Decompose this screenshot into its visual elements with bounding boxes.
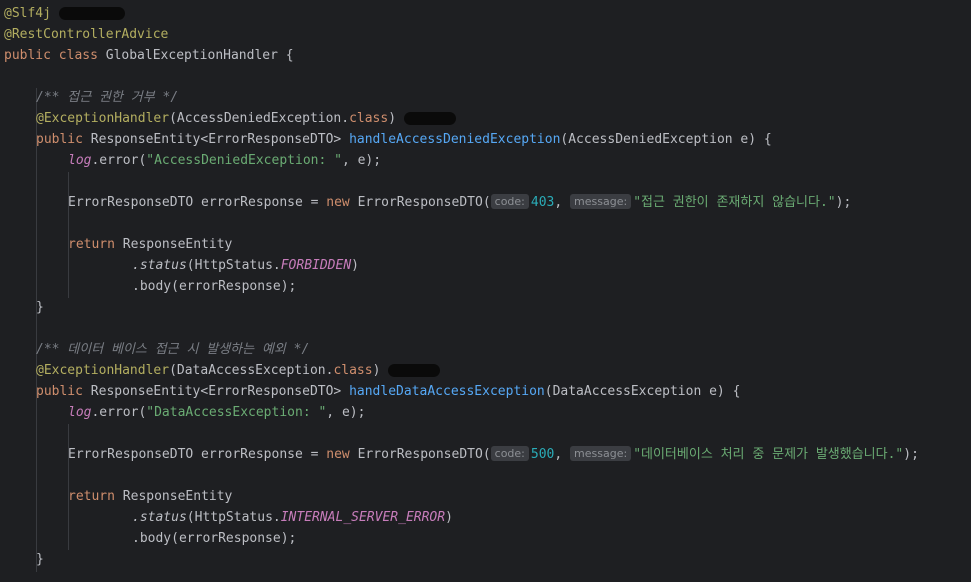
comma: , <box>554 447 571 462</box>
paren: ) <box>388 111 397 126</box>
redaction-mark <box>403 112 456 125</box>
method-name: handleAccessDeniedException <box>349 132 561 147</box>
statement-end: ); <box>835 195 852 210</box>
method-params: (DataAccessException e) { <box>544 384 741 399</box>
code-line[interactable]: ErrorResponseDTO errorResponse = new Err… <box>68 192 851 213</box>
number-literal: 500 <box>530 447 555 462</box>
paren: ) <box>351 258 359 273</box>
declaration: ErrorResponseDTO errorResponse = <box>68 195 327 210</box>
param-hint-message: message: <box>570 194 632 209</box>
indent-guide <box>36 88 37 572</box>
constructor: ErrorResponseDTO( <box>357 195 491 210</box>
code-line[interactable]: .status(HttpStatus.FORBIDDEN) <box>132 255 359 276</box>
annotation: @Slf4j <box>4 6 51 21</box>
keyword: public class <box>4 48 106 63</box>
code-line[interactable]: @Slf4j <box>4 3 125 24</box>
code-line[interactable]: } <box>36 549 44 570</box>
code-line[interactable]: public class GlobalExceptionHandler { <box>4 45 294 66</box>
code-line[interactable]: /** 데이터 베이스 접근 시 발생하는 예외 */ <box>36 339 309 360</box>
comma: , <box>554 195 571 210</box>
method-params: (AccessDeniedException e) { <box>560 132 772 147</box>
code-line[interactable]: .body(errorResponse); <box>132 276 296 297</box>
annotation-arg: (DataAccessException. <box>169 363 334 378</box>
declaration: ErrorResponseDTO errorResponse = <box>68 447 327 462</box>
redaction-mark <box>388 364 441 377</box>
code-line[interactable]: .status(HttpStatus.INTERNAL_SERVER_ERROR… <box>132 507 453 528</box>
call: .body(errorResponse); <box>132 531 297 546</box>
number-literal: 403 <box>530 195 555 210</box>
paren: ) <box>372 363 381 378</box>
class-name: GlobalExceptionHandler { <box>105 48 294 63</box>
annotation: @ExceptionHandler <box>36 363 170 378</box>
enum-field: FORBIDDEN <box>280 258 352 273</box>
call: .error( <box>91 405 147 420</box>
code-line[interactable]: public ResponseEntity<ErrorResponseDTO> … <box>36 381 740 402</box>
code-editor[interactable]: @Slf4j @RestControllerAdvice public clas… <box>0 0 971 582</box>
string-literal: "DataAccessException: " <box>146 405 327 420</box>
code-line[interactable]: .body(errorResponse); <box>132 528 296 549</box>
code-line[interactable]: return ResponseEntity <box>68 486 232 507</box>
string-literal: "AccessDeniedException: " <box>146 153 342 168</box>
param-hint-code: code: <box>490 446 529 461</box>
type-name: ResponseEntity <box>122 489 233 504</box>
call: .error( <box>91 153 147 168</box>
keyword: public <box>36 132 91 147</box>
keyword: new <box>326 195 358 210</box>
annotation: @ExceptionHandler <box>36 111 170 126</box>
type-name: ResponseEntity <box>122 237 233 252</box>
doc-comment: /** 접근 권한 거부 */ <box>36 90 179 105</box>
method-name: handleDataAccessException <box>349 384 545 399</box>
keyword: class <box>349 111 389 126</box>
string-literal: "데이터베이스 처리 중 문제가 발생했습니다." <box>633 447 904 462</box>
log-var: log <box>68 405 92 420</box>
param-hint-message: message: <box>570 446 632 461</box>
code-line[interactable]: /** 접근 권한 거부 */ <box>36 87 178 108</box>
enum-field: INTERNAL_SERVER_ERROR <box>280 510 446 525</box>
code-line[interactable]: return ResponseEntity <box>68 234 232 255</box>
return-type: ResponseEntity<ErrorResponseDTO> <box>90 384 350 399</box>
return-type: ResponseEntity<ErrorResponseDTO> <box>90 132 350 147</box>
log-var: log <box>68 153 92 168</box>
code-line[interactable]: @ExceptionHandler(DataAccessException.cl… <box>36 360 441 381</box>
keyword: return <box>68 237 123 252</box>
annotation: @RestControllerAdvice <box>4 27 169 42</box>
param-hint-code: code: <box>490 194 529 209</box>
static-call: .status <box>132 510 187 525</box>
call-rest: , e); <box>341 153 382 168</box>
string-literal: "접근 권한이 존재하지 않습니다." <box>633 195 836 210</box>
brace: } <box>36 300 44 315</box>
redaction-mark <box>58 7 125 20</box>
call: .body(errorResponse); <box>132 279 297 294</box>
code-line[interactable]: } <box>36 297 44 318</box>
keyword: new <box>326 447 358 462</box>
doc-comment: /** 데이터 베이스 접근 시 발생하는 예외 */ <box>36 342 310 357</box>
paren: ) <box>445 510 453 525</box>
keyword: public <box>36 384 91 399</box>
static-call: .status <box>132 258 187 273</box>
call-arg: (HttpStatus. <box>186 258 281 273</box>
keyword: return <box>68 489 123 504</box>
code-line[interactable]: log.error("DataAccessException: ", e); <box>68 402 365 423</box>
annotation-arg: (AccessDeniedException. <box>169 111 350 126</box>
code-line[interactable]: ErrorResponseDTO errorResponse = new Err… <box>68 444 919 465</box>
code-line[interactable]: log.error("AccessDeniedException: ", e); <box>68 150 381 171</box>
code-line[interactable]: public ResponseEntity<ErrorResponseDTO> … <box>36 129 772 150</box>
statement-end: ); <box>903 447 919 462</box>
brace: } <box>36 552 44 567</box>
keyword: class <box>333 363 373 378</box>
code-line[interactable]: @RestControllerAdvice <box>4 24 168 45</box>
call-arg: (HttpStatus. <box>186 510 281 525</box>
call-rest: , e); <box>326 405 366 420</box>
code-line[interactable]: @ExceptionHandler(AccessDeniedException.… <box>36 108 456 129</box>
constructor: ErrorResponseDTO( <box>357 447 491 462</box>
